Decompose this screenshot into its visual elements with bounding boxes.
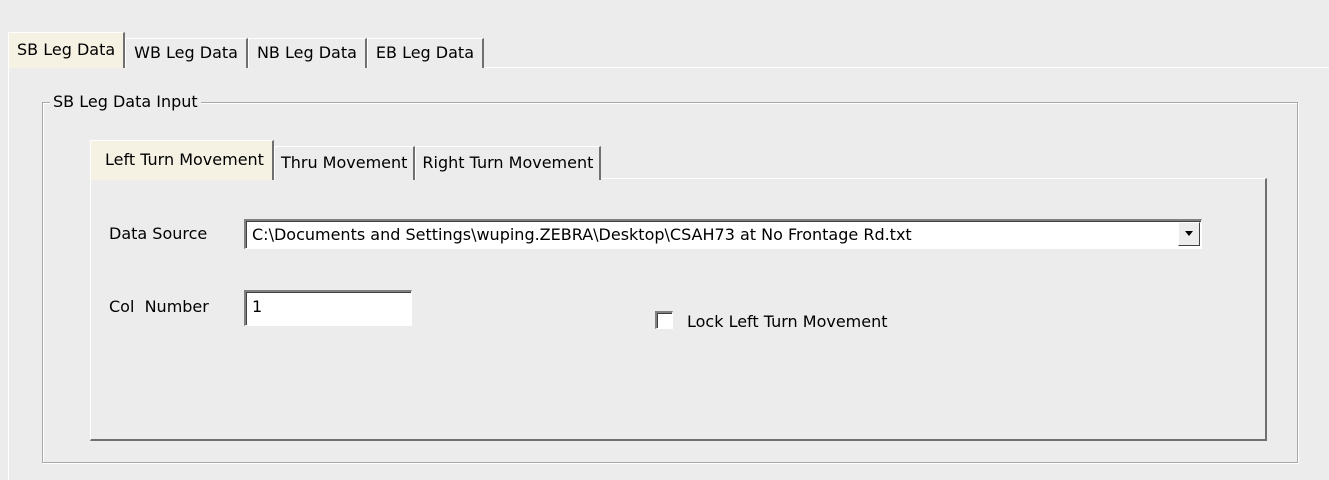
- window: SB Leg Data WB Leg Data NB Leg Data EB L…: [0, 0, 1329, 480]
- tab-wb-leg-data[interactable]: WB Leg Data: [125, 38, 248, 68]
- tab-nb-leg-data[interactable]: NB Leg Data: [247, 38, 367, 68]
- tab-eb-leg-data[interactable]: EB Leg Data: [366, 38, 484, 68]
- data-source-combobox[interactable]: C:\Documents and Settings\wuping.ZEBRA\D…: [244, 219, 1202, 249]
- lock-left-turn-checkbox[interactable]: [655, 311, 673, 329]
- inner-tab-strip: Left Turn Movement Thru Movement Right T…: [90, 140, 602, 180]
- tab-right-turn-movement[interactable]: Right Turn Movement: [415, 146, 602, 180]
- triangle-down-icon: [1185, 231, 1193, 236]
- dropdown-button[interactable]: [1178, 222, 1200, 246]
- col-number-input[interactable]: 1: [244, 290, 412, 326]
- outer-tab-strip: SB Leg Data WB Leg Data NB Leg Data EB L…: [8, 32, 484, 68]
- tab-sb-leg-data[interactable]: SB Leg Data: [8, 32, 126, 68]
- tab-thru-movement[interactable]: Thru Movement: [273, 146, 416, 180]
- tab-left-turn-movement[interactable]: Left Turn Movement: [90, 140, 274, 180]
- col-number-label: Col Number: [109, 297, 209, 316]
- group-title: SB Leg Data Input: [50, 92, 201, 112]
- data-source-label: Data Source: [109, 224, 208, 243]
- lock-left-turn-label: Lock Left Turn Movement: [687, 312, 888, 331]
- data-source-value: C:\Documents and Settings\wuping.ZEBRA\D…: [252, 225, 912, 244]
